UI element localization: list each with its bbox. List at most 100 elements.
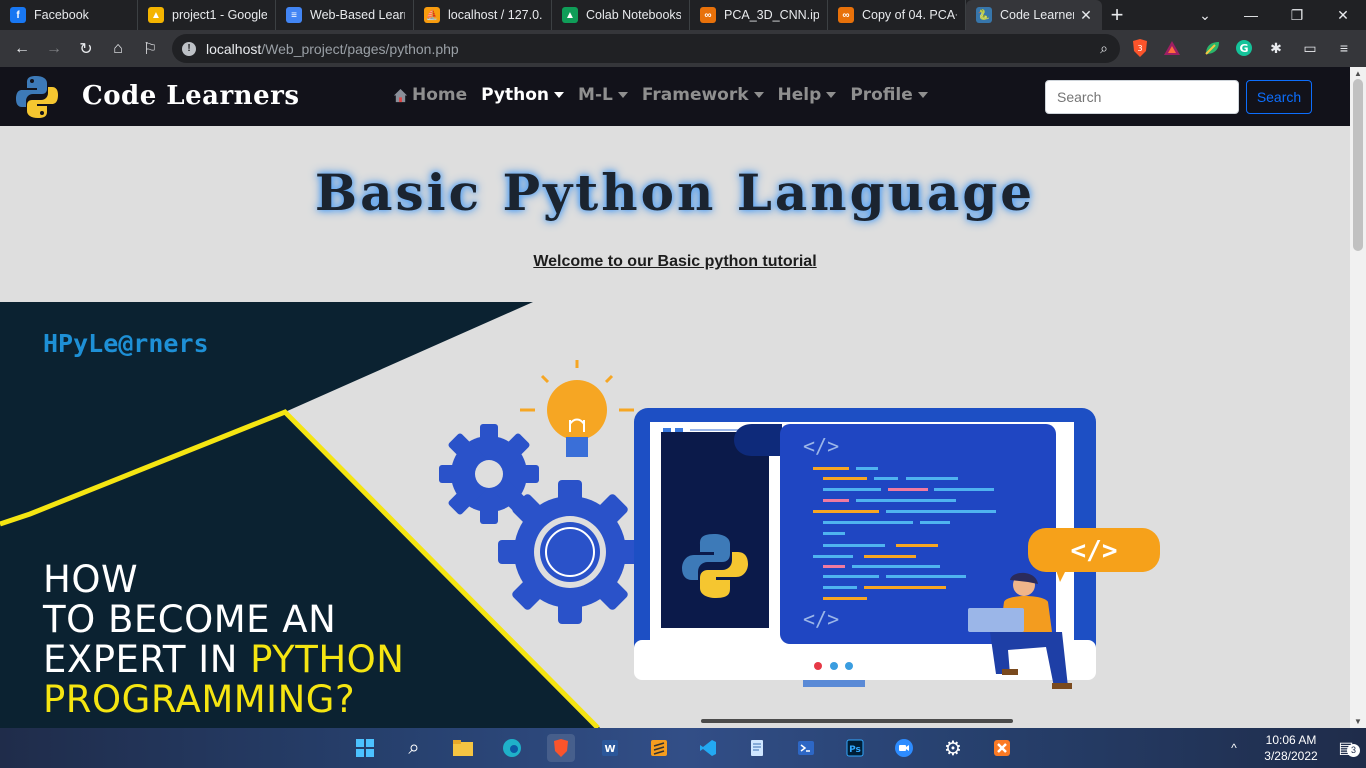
search-button[interactable]: Search bbox=[1246, 80, 1312, 114]
colab-icon: ∞ bbox=[838, 7, 854, 23]
browser-toolbar: ← → ↻ ⌂ ⚐ ! localhost/Web_project/pages/… bbox=[0, 30, 1366, 67]
svg-text:</>: </> bbox=[803, 434, 839, 458]
notepad-icon[interactable] bbox=[743, 734, 771, 762]
window-controls: ⌄ — ❐ ✕ bbox=[1182, 0, 1366, 30]
browser-tab[interactable]: ≡ Web-Based Learnin bbox=[276, 0, 414, 30]
brave-rewards-icon[interactable] bbox=[1158, 34, 1186, 62]
word-icon[interactable]: W bbox=[596, 734, 624, 762]
nav-item-profile[interactable]: Profile bbox=[850, 85, 928, 105]
tab-title: Web-Based Learnin bbox=[310, 8, 405, 22]
minimize-button[interactable]: — bbox=[1228, 0, 1274, 30]
banner-headline: HOW TO BECOME AN EXPERT IN PYTHON PROGRA… bbox=[43, 558, 405, 721]
browser-tab[interactable]: f Facebook bbox=[0, 0, 138, 30]
vscode-icon[interactable] bbox=[694, 734, 722, 762]
url-text[interactable]: localhost/Web_project/pages/python.php bbox=[206, 41, 459, 57]
address-bar[interactable]: ! localhost/Web_project/pages/python.php… bbox=[172, 34, 1120, 63]
wallet-icon[interactable]: ▭ bbox=[1296, 34, 1324, 62]
browser-tab[interactable]: ∞ PCA_3D_CNN.ipynb bbox=[690, 0, 828, 30]
tab-title: Copy of 04. PCA+N bbox=[862, 8, 957, 22]
nav-item-label: Profile bbox=[850, 85, 913, 105]
browser-tabstrip: f Facebook ▲ project1 - Google D ≡ Web-Based … bbox=[0, 0, 1366, 30]
extensions-puzzle-icon[interactable]: ✱ bbox=[1262, 34, 1290, 62]
nav-item-ml[interactable]: M-L bbox=[578, 85, 628, 105]
google-drive-icon: ▲ bbox=[148, 7, 164, 23]
browser-tab[interactable]: ▲ project1 - Google D bbox=[138, 0, 276, 30]
tab-title: Colab Notebooks - bbox=[586, 8, 681, 22]
nav-item-python[interactable]: Python bbox=[481, 85, 565, 105]
new-tab-button[interactable]: + bbox=[1102, 0, 1132, 30]
scrollbar-thumb[interactable] bbox=[1353, 79, 1363, 251]
svg-text:</>: </> bbox=[803, 607, 839, 631]
nav-item-label: Python bbox=[481, 85, 550, 105]
xampp-icon[interactable] bbox=[988, 734, 1016, 762]
browser-tab[interactable]: ∞ Copy of 04. PCA+N bbox=[828, 0, 966, 30]
photoshop-icon[interactable]: Ps bbox=[841, 734, 869, 762]
notification-count: 3 bbox=[1347, 744, 1360, 757]
forward-button[interactable]: → bbox=[38, 33, 70, 65]
lightbulb-icon bbox=[520, 360, 634, 457]
file-explorer-icon[interactable] bbox=[449, 734, 477, 762]
brave-browser-icon[interactable] bbox=[547, 734, 575, 762]
home-icon bbox=[393, 88, 408, 102]
nav-item-label: M-L bbox=[578, 85, 613, 105]
svg-text:G: G bbox=[1239, 42, 1248, 55]
windows-start-icon[interactable] bbox=[351, 734, 379, 762]
page-title: Basic Python Language bbox=[314, 163, 1036, 222]
nav-item-label: Help bbox=[777, 85, 822, 105]
google-docs-icon: ≡ bbox=[286, 7, 302, 23]
tab-title: project1 - Google D bbox=[172, 8, 267, 22]
extension-leaf-icon[interactable] bbox=[1198, 34, 1226, 62]
chevron-down-icon bbox=[617, 92, 628, 98]
python-banner-image: </> </> </> HPyLe@rners HOW TO BECOME AN… bbox=[0, 302, 1350, 728]
chevron-down-icon bbox=[917, 92, 928, 98]
tray-overflow-icon[interactable]: ^ bbox=[1222, 741, 1246, 755]
windows-taskbar: ⌕ W Ps ⚙ ^ 10:06 AM 3/28/2022 ▤ 3 bbox=[0, 728, 1366, 768]
gears-icon bbox=[439, 424, 642, 624]
google-drive-icon: ▲ bbox=[562, 7, 578, 23]
svg-text:W: W bbox=[604, 744, 615, 755]
back-button[interactable]: ← bbox=[6, 33, 38, 65]
brand-name[interactable]: Code Learners bbox=[82, 81, 299, 111]
tab-title: Facebook bbox=[34, 8, 89, 22]
python-logo-icon[interactable] bbox=[13, 73, 61, 121]
site-info-icon[interactable]: ! bbox=[182, 41, 196, 56]
phpmyadmin-icon: ⛵ bbox=[424, 7, 440, 23]
edge-icon[interactable] bbox=[498, 734, 526, 762]
nav-item-framework[interactable]: Framework bbox=[642, 85, 764, 105]
browser-tab[interactable]: 🐍 Code Learners ✕ bbox=[966, 0, 1102, 30]
zoom-icon[interactable]: ⌕ bbox=[1100, 40, 1108, 57]
sublime-text-icon[interactable] bbox=[645, 734, 673, 762]
page-scrollbar[interactable]: ▲ ▼ bbox=[1350, 67, 1366, 728]
grammarly-icon[interactable]: G bbox=[1230, 34, 1258, 62]
zoom-app-icon[interactable] bbox=[890, 734, 918, 762]
close-window-button[interactable]: ✕ bbox=[1320, 0, 1366, 30]
nav-item-home[interactable]: Home bbox=[393, 85, 467, 105]
browser-menu-icon[interactable]: ≡ bbox=[1330, 34, 1358, 62]
banner-logo: HPyLe@rners bbox=[43, 329, 209, 358]
settings-gear-icon[interactable]: ⚙ bbox=[939, 734, 967, 762]
reload-button[interactable]: ↻ bbox=[70, 33, 102, 65]
search-input[interactable] bbox=[1045, 80, 1239, 114]
chevron-down-icon bbox=[554, 92, 565, 98]
scroll-up-icon[interactable]: ▲ bbox=[1354, 69, 1362, 78]
browser-tab[interactable]: ▲ Colab Notebooks - bbox=[552, 0, 690, 30]
close-tab-icon[interactable]: ✕ bbox=[1078, 7, 1094, 24]
tab-title: PCA_3D_CNN.ipynb bbox=[724, 8, 819, 22]
home-button[interactable]: ⌂ bbox=[102, 33, 134, 65]
colab-icon: ∞ bbox=[700, 7, 716, 23]
browser-tab[interactable]: ⛵ localhost / 127.0.0. bbox=[414, 0, 552, 30]
notification-icon[interactable]: ▤ 3 bbox=[1326, 738, 1366, 758]
welcome-text: Welcome to our Basic python tutorial bbox=[533, 253, 817, 270]
restore-button[interactable]: ❐ bbox=[1274, 0, 1320, 30]
chevron-down-icon bbox=[826, 92, 837, 98]
nav-item-label: Home bbox=[412, 85, 468, 105]
scroll-down-icon[interactable]: ▼ bbox=[1354, 717, 1362, 726]
brave-shield-icon[interactable]: 3 bbox=[1126, 34, 1154, 62]
powershell-icon[interactable] bbox=[792, 734, 820, 762]
tab-search-icon[interactable]: ⌄ bbox=[1182, 0, 1228, 30]
bookmark-icon[interactable]: ⚐ bbox=[134, 33, 166, 65]
nav-item-help[interactable]: Help bbox=[778, 85, 837, 105]
search-icon[interactable]: ⌕ bbox=[400, 734, 428, 762]
clock-time: 10:06 AM bbox=[1265, 733, 1317, 747]
system-clock[interactable]: 10:06 AM 3/28/2022 bbox=[1256, 732, 1326, 764]
